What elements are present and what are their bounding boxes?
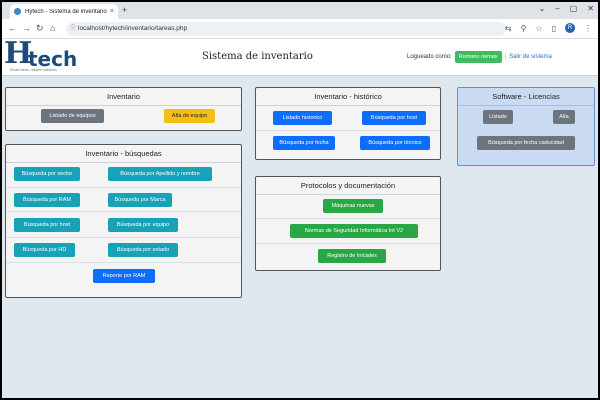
panel-title: Inventario - histórico (256, 88, 440, 106)
panel-inventario: Inventario Listado de equipos Alta de eq… (5, 87, 242, 131)
hytech-logo[interactable]: H tech Smart ideas, reliable solutions (4, 36, 82, 75)
home-icon[interactable]: ⌂ (50, 23, 55, 33)
panel-licencias: Software - Licencias Listado Alta Búsque… (457, 87, 595, 166)
browser-window: Hytech - Sistema de inventario × + ⌄ – ▢… (2, 2, 598, 398)
busqueda-sector-button[interactable]: Búsqueda por sector (14, 167, 80, 181)
historico-host-button[interactable]: Búsqueda por host (362, 111, 426, 125)
tab-title: Hytech - Sistema de inventario (25, 8, 107, 15)
reload-icon[interactable]: ↻ (36, 23, 44, 34)
panel-historico: Inventario - histórico Listado historico… (255, 87, 441, 160)
back-icon[interactable]: ← (8, 23, 17, 33)
panel-title: Inventario - búsquedas (6, 145, 241, 163)
close-tab-icon[interactable]: × (110, 8, 114, 15)
normas-seguridad-button[interactable]: Normas de Seguridad Informática Int V2 (290, 224, 418, 238)
star-icon[interactable]: ☆ (535, 24, 542, 33)
sidebar-icon[interactable]: ▯ (552, 24, 556, 33)
url-text: localhost/hytech/inventario/tareas.php (78, 25, 188, 32)
nav-right-icons: ⇆ ⚲ ☆ ▯ R ⋮ (505, 23, 592, 33)
panel-title: Protocolos y documentación (256, 177, 440, 195)
maximize-icon[interactable]: ▢ (570, 4, 578, 13)
nav-bar: ← → ↻ ⌂ ⓘ localhost/hytech/inventario/ta… (2, 19, 598, 39)
panel-protocolos: Protocolos y documentación Máquinas nuev… (255, 176, 441, 271)
user-box: Logueado como: Romano riemax | Salir de … (407, 51, 552, 63)
share-icon[interactable]: ⇆ (505, 24, 512, 33)
favicon-icon (14, 8, 21, 15)
browser-tab[interactable]: Hytech - Sistema de inventario × (10, 4, 118, 19)
chevron-down-icon[interactable]: ⌄ (539, 4, 546, 13)
busqueda-host-button[interactable]: Búsqueda por host (14, 218, 80, 232)
maquinas-nuevas-button[interactable]: Máquinas nuevas (323, 199, 383, 213)
reporte-ram-button[interactable]: Reporte por RAM (93, 269, 155, 283)
busqueda-caducidad-button[interactable]: Búsqueda por fecha caducidad (477, 136, 575, 150)
close-window-icon[interactable]: ✕ (587, 4, 594, 13)
page-title: Sistema de inventario (202, 51, 313, 62)
busqueda-ram-button[interactable]: Búsqueda por RAM (14, 193, 80, 207)
new-tab-button[interactable]: + (122, 5, 127, 15)
zoom-icon[interactable]: ⚲ (521, 24, 527, 33)
historico-fecha-button[interactable]: Búsqueda por fecha (273, 136, 335, 150)
window-controls: ⌄ – ▢ ✕ (539, 4, 594, 13)
separator: | (504, 54, 507, 60)
busqueda-hd-button[interactable]: Búsqueda por HD (14, 243, 75, 257)
menu-icon[interactable]: ⋮ (584, 24, 592, 33)
logout-link[interactable]: Salir de sistema (509, 54, 552, 60)
minimize-icon[interactable]: – (555, 4, 559, 13)
listado-historico-button[interactable]: Listado historico (273, 111, 332, 125)
tab-bar: Hytech - Sistema de inventario × + ⌄ – ▢… (2, 2, 598, 19)
listado-licencias-button[interactable]: Listado (483, 110, 513, 124)
historico-tecnico-button[interactable]: Búsqueda por técnico (360, 136, 430, 150)
app-header: H tech Smart ideas, reliable solutions S… (2, 36, 598, 76)
panel-title: Software - Licencias (458, 88, 594, 106)
panel-title: Inventario (6, 88, 241, 106)
busqueda-equipo-button[interactable]: Búsqueda por equipo (108, 218, 178, 232)
alta-equipo-button[interactable]: Alta de equipo (164, 109, 215, 123)
busqueda-estado-button[interactable]: Búsqueda por estado (108, 243, 178, 257)
busqueda-marca-button[interactable]: Búsqueda por Marca (108, 193, 172, 207)
user-badge: Romano riemax (454, 51, 502, 63)
listado-equipos-button[interactable]: Listado de equipos (41, 109, 104, 123)
forward-icon[interactable]: → (22, 23, 31, 33)
busqueda-apellido-button[interactable]: Búsqueda por Apellido y nombre (108, 167, 212, 181)
logged-label: Logueado como: (407, 54, 452, 60)
lock-icon[interactable]: ⓘ (70, 22, 76, 36)
panel-busquedas: Inventario - búsquedas Búsqueda por sect… (5, 144, 242, 298)
alta-licencia-button[interactable]: Alta (553, 110, 575, 124)
registro-iniciales-button[interactable]: Registro de Iniciales (318, 249, 386, 263)
profile-icon[interactable]: R (565, 23, 575, 33)
address-bar[interactable]: ⓘ localhost/hytech/inventario/tareas.php (66, 22, 506, 36)
logo-tagline: Smart ideas, reliable solutions (10, 68, 57, 72)
